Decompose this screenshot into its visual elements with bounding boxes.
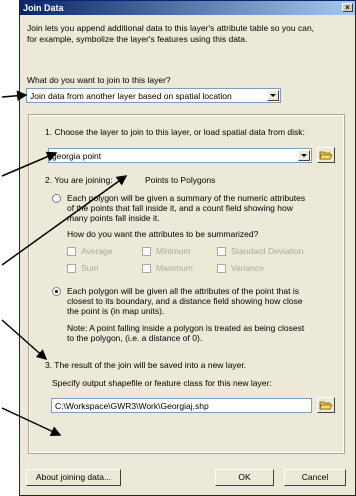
average-label: Average [81, 246, 113, 256]
standard-deviation-label: Standard Deviation [231, 246, 304, 256]
sum-label: Sum [81, 263, 99, 273]
window-title: Join Data [23, 3, 64, 13]
minimum-checkbox[interactable] [142, 247, 151, 256]
average-checkbox[interactable] [67, 247, 76, 256]
open-folder-button[interactable] [317, 147, 335, 163]
closest-line-1: Each polygon will be given all the attri… [67, 286, 300, 296]
minimum-label: Minimum [156, 246, 191, 256]
layer-dropdown[interactable]: georgia point [48, 148, 312, 163]
open-folder-icon [319, 401, 333, 410]
ok-button[interactable]: OK [215, 469, 274, 486]
about-joining-button[interactable]: About joining data... [26, 469, 121, 486]
summary-radio[interactable] [52, 194, 61, 203]
cancel-button[interactable]: Cancel [284, 469, 346, 486]
standard-deviation-checkbox[interactable] [217, 247, 226, 256]
title-bar: Join Data × [20, 1, 355, 15]
output-path-field[interactable]: C:\Workspace\GWR3\Work\Georgiaj.shp [51, 398, 312, 413]
closest-line-3: the point is (in map units). [67, 306, 165, 316]
note-line-1: Note: A point falling inside a polygon i… [67, 323, 305, 333]
summary-line-1: Each polygon will be given a summary of … [67, 193, 306, 203]
note-line-2: to the polygon, (i.e. a distance of 0). [67, 333, 203, 343]
close-button[interactable]: × [342, 3, 353, 12]
maximum-checkbox[interactable] [142, 264, 151, 273]
closest-radio[interactable] [52, 287, 61, 296]
join-data-dialog: Join Data × Join lets you append additio… [19, 0, 356, 496]
join-type-value: Join data from another layer based on sp… [30, 91, 232, 101]
variance-label: Variance [231, 263, 264, 273]
join-type-question: What do you want to join to this layer? [27, 75, 171, 85]
browse-output-button[interactable] [317, 397, 335, 413]
maximum-label: Maximum [156, 263, 193, 273]
output-path-value: C:\Workspace\GWR3\Work\Georgiaj.shp [55, 401, 209, 411]
step3-label: 3. The result of the join will be saved … [45, 360, 247, 370]
join-options-group: 1. Choose the layer to join to this laye… [28, 114, 345, 454]
summary-line-3: many points fall inside it. [67, 213, 160, 223]
layer-value: georgia point [52, 151, 102, 161]
intro-line-1: Join lets you append additional data to … [27, 23, 315, 33]
join-type-dropdown[interactable]: Join data from another layer based on sp… [26, 88, 281, 103]
intro-line-2: for example, symbolize the layer's featu… [27, 34, 248, 44]
variance-checkbox[interactable] [217, 264, 226, 273]
open-folder-icon [319, 151, 333, 160]
step1-label: 1. Choose the layer to join to this laye… [45, 127, 305, 137]
specify-output-label: Specify output shapefile or feature clas… [52, 378, 272, 388]
sum-checkbox[interactable] [67, 264, 76, 273]
step2-label: 2. You are joining: [45, 175, 113, 185]
summary-line-2: of the points that fall inside it, and a… [67, 203, 293, 213]
closest-line-2: closest to its boundary, and a distance … [67, 296, 303, 306]
joining-value: Points to Polygons [145, 175, 216, 185]
summary-question: How do you want the attributes to be sum… [67, 229, 259, 239]
chevron-down-icon[interactable] [298, 150, 310, 161]
chevron-down-icon[interactable] [267, 90, 279, 101]
